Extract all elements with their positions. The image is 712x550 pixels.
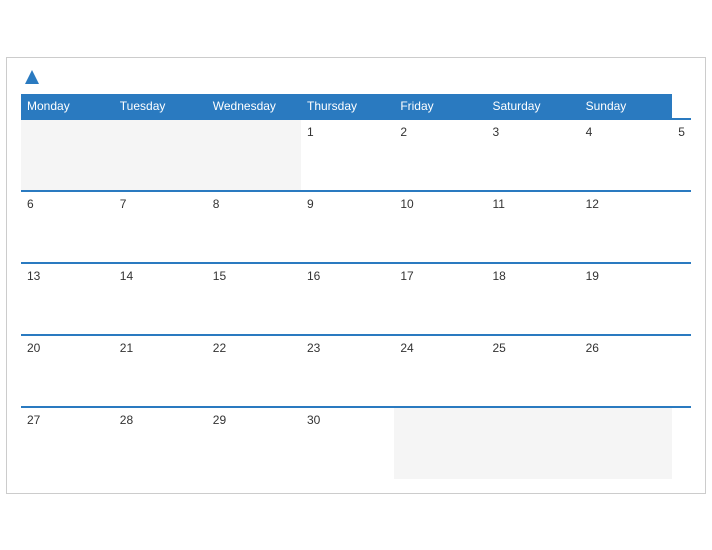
day-cell: 20 bbox=[21, 335, 114, 407]
day-cell bbox=[486, 407, 579, 479]
day-cell bbox=[207, 119, 301, 191]
day-cell: 23 bbox=[301, 335, 394, 407]
weekday-header-friday: Friday bbox=[394, 94, 486, 119]
weekday-header-sunday: Sunday bbox=[580, 94, 673, 119]
calendar-thead: MondayTuesdayWednesdayThursdayFridaySatu… bbox=[21, 94, 691, 119]
week-row-5: 27 28 29 30 bbox=[21, 407, 691, 479]
day-number: 6 bbox=[27, 197, 108, 211]
day-cell: 28 bbox=[114, 407, 207, 479]
day-cell: 19 bbox=[580, 263, 673, 335]
day-number: 4 bbox=[586, 125, 667, 139]
day-number: 29 bbox=[213, 413, 295, 427]
day-cell: 25 bbox=[486, 335, 579, 407]
day-number: 28 bbox=[120, 413, 201, 427]
week-row-1: 12345 bbox=[21, 119, 691, 191]
day-number: 17 bbox=[400, 269, 480, 283]
weekday-header-tuesday: Tuesday bbox=[114, 94, 207, 119]
day-cell bbox=[21, 119, 114, 191]
day-cell: 10 bbox=[394, 191, 486, 263]
day-cell: 24 bbox=[394, 335, 486, 407]
day-number: 19 bbox=[586, 269, 667, 283]
calendar-tbody: 1234567891011121314151617181920212223242… bbox=[21, 119, 691, 479]
day-cell: 15 bbox=[207, 263, 301, 335]
day-number: 27 bbox=[27, 413, 108, 427]
day-number: 14 bbox=[120, 269, 201, 283]
day-number: 21 bbox=[120, 341, 201, 355]
day-cell: 27 bbox=[21, 407, 114, 479]
calendar-header bbox=[21, 68, 691, 86]
day-cell: 29 bbox=[207, 407, 301, 479]
day-number: 24 bbox=[400, 341, 480, 355]
day-number: 16 bbox=[307, 269, 388, 283]
day-number: 5 bbox=[678, 125, 685, 139]
weekday-header-monday: Monday bbox=[21, 94, 114, 119]
day-number: 10 bbox=[400, 197, 480, 211]
logo bbox=[21, 68, 43, 86]
day-cell: 7 bbox=[114, 191, 207, 263]
day-number: 7 bbox=[120, 197, 201, 211]
day-number: 3 bbox=[492, 125, 573, 139]
day-cell bbox=[114, 119, 207, 191]
logo-icon bbox=[23, 68, 41, 86]
day-number: 12 bbox=[586, 197, 667, 211]
day-cell: 16 bbox=[301, 263, 394, 335]
day-number: 18 bbox=[492, 269, 573, 283]
day-cell: 21 bbox=[114, 335, 207, 407]
weekday-header-row: MondayTuesdayWednesdayThursdayFridaySatu… bbox=[21, 94, 691, 119]
day-cell: 4 bbox=[580, 119, 673, 191]
day-cell: 9 bbox=[301, 191, 394, 263]
calendar-container: MondayTuesdayWednesdayThursdayFridaySatu… bbox=[6, 57, 706, 494]
day-number: 22 bbox=[213, 341, 295, 355]
week-row-4: 20 21 22 23 24 25 26 bbox=[21, 335, 691, 407]
day-cell: 26 bbox=[580, 335, 673, 407]
week-row-3: 13 14 15 16 17 18 19 bbox=[21, 263, 691, 335]
calendar-grid: MondayTuesdayWednesdayThursdayFridaySatu… bbox=[21, 94, 691, 479]
day-cell: 3 bbox=[486, 119, 579, 191]
day-cell: 12 bbox=[580, 191, 673, 263]
day-cell bbox=[580, 407, 673, 479]
day-number: 9 bbox=[307, 197, 388, 211]
weekday-header-wednesday: Wednesday bbox=[207, 94, 301, 119]
day-number: 11 bbox=[492, 197, 573, 211]
day-number: 26 bbox=[586, 341, 667, 355]
day-cell: 13 bbox=[21, 263, 114, 335]
day-cell bbox=[394, 407, 486, 479]
day-number: 23 bbox=[307, 341, 388, 355]
day-cell: 17 bbox=[394, 263, 486, 335]
day-cell: 1 bbox=[301, 119, 394, 191]
day-cell: 11 bbox=[486, 191, 579, 263]
day-number: 13 bbox=[27, 269, 108, 283]
day-cell: 2 bbox=[394, 119, 486, 191]
day-cell: 14 bbox=[114, 263, 207, 335]
day-number: 15 bbox=[213, 269, 295, 283]
day-cell: 18 bbox=[486, 263, 579, 335]
day-cell: 6 bbox=[21, 191, 114, 263]
day-number: 2 bbox=[400, 125, 480, 139]
day-number: 25 bbox=[492, 341, 573, 355]
week-row-2: 6789 10 11 12 bbox=[21, 191, 691, 263]
day-number: 20 bbox=[27, 341, 108, 355]
weekday-header-saturday: Saturday bbox=[486, 94, 579, 119]
day-cell: 30 bbox=[301, 407, 394, 479]
day-cell: 8 bbox=[207, 191, 301, 263]
day-number: 1 bbox=[307, 125, 388, 139]
day-number: 30 bbox=[307, 413, 388, 427]
day-number: 8 bbox=[213, 197, 295, 211]
day-cell: 22 bbox=[207, 335, 301, 407]
weekday-header-thursday: Thursday bbox=[301, 94, 394, 119]
day-cell: 5 bbox=[672, 119, 691, 191]
